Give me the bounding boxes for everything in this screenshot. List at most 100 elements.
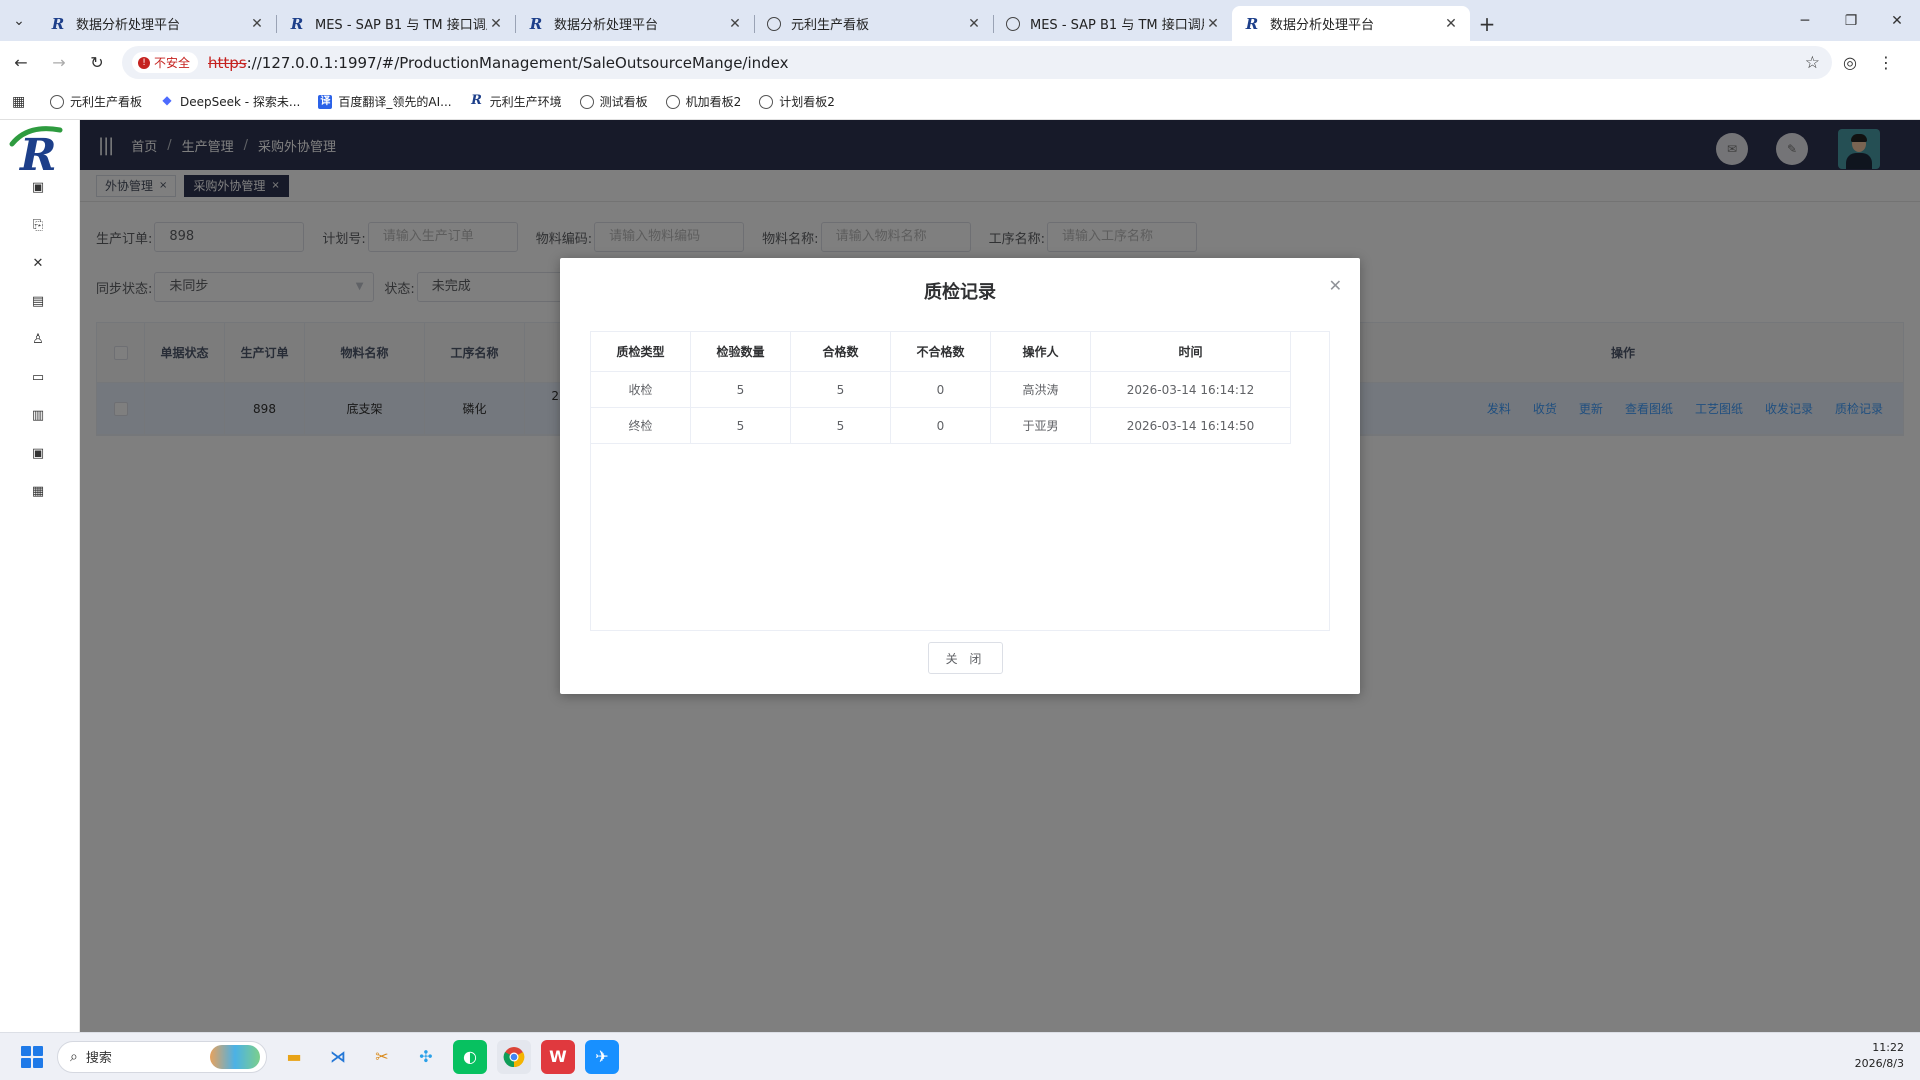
baidu-translate-icon: 译	[318, 94, 333, 109]
feishu-icon[interactable]: ✈	[585, 1039, 619, 1074]
bookmark-item[interactable]: 译百度翻译_领先的AI...	[318, 93, 452, 110]
qc-cell: 高洪涛	[991, 372, 1091, 407]
file-explorer-icon[interactable]: ▬	[277, 1040, 311, 1074]
new-tab-plus-icon[interactable]: +	[1470, 6, 1504, 41]
more-menu-icon[interactable]: ⋮	[1868, 46, 1904, 80]
browser-tab[interactable]: R 数据分析处理平台 ✕	[516, 6, 754, 41]
calendar-icon[interactable]: ▦	[28, 482, 48, 502]
close-icon[interactable]: ✕	[726, 16, 744, 32]
chrome-icon[interactable]	[497, 1039, 531, 1074]
browser-tab-active[interactable]: R 数据分析处理平台 ✕	[1232, 6, 1470, 41]
windows-start-icon[interactable]	[21, 1045, 43, 1068]
display-icon[interactable]: ▣	[28, 444, 48, 464]
stamp-icon[interactable]: ♙	[28, 330, 48, 350]
bookmark-star-icon[interactable]: ☆	[1805, 53, 1820, 73]
bookmark-item[interactable]: 测试看板	[579, 93, 648, 110]
bookmark-label: 百度翻译_领先的AI...	[338, 95, 452, 109]
dialog-title: 质检记录	[924, 282, 996, 303]
globe-icon	[767, 16, 781, 31]
bookmark-label: DeepSeek - 探索未...	[180, 95, 301, 109]
apps-grid-icon[interactable]: ▦	[12, 94, 28, 110]
bookmark-label: 元利生产环境	[489, 95, 562, 109]
insecure-badge[interactable]: ! 不安全	[132, 52, 199, 73]
url-path: ://127.0.0.1:1997/#/ProductionManagement…	[246, 53, 789, 72]
document-search-icon[interactable]: ⎘	[28, 216, 48, 236]
forward-arrow-icon[interactable]: →	[42, 46, 76, 80]
search-highlight-image	[210, 1044, 260, 1069]
bookmark-item[interactable]: 计划看板2	[759, 93, 835, 110]
tools-icon[interactable]: ✕	[28, 254, 48, 274]
qc-cell: 2026-03-14 16:14:12	[1091, 372, 1291, 407]
app-logo-icon: R	[1245, 14, 1259, 33]
tab-title: 元利生产看板	[791, 18, 870, 33]
address-bar[interactable]: ! 不安全 https://127.0.0.1:1997/#/Productio…	[122, 46, 1832, 79]
browser-tab[interactable]: MES - SAP B1 与 TM 接口调用 ✕	[994, 6, 1232, 41]
qc-col-time: 时间	[1091, 332, 1291, 371]
qc-cell: 0	[891, 408, 991, 443]
system-clock[interactable]: 11:22 2026/8/3	[1855, 1040, 1904, 1072]
qc-cell: 2026-03-14 16:14:50	[1091, 408, 1291, 443]
wechat-icon[interactable]: ◐	[453, 1039, 487, 1074]
tab-title: 数据分析处理平台	[76, 18, 181, 33]
window-close-icon[interactable]: ✕	[1874, 0, 1920, 41]
bookmark-item[interactable]: 机加看板2	[665, 93, 742, 110]
url-text[interactable]: https://127.0.0.1:1997/#/ProductionManag…	[208, 54, 789, 72]
wps-icon[interactable]: W	[541, 1039, 575, 1074]
bookmark-label: 元利生产看板	[70, 95, 143, 109]
close-button[interactable]: 关 闭	[928, 642, 1003, 674]
bookmark-label: 计划看板2	[779, 95, 835, 109]
app-logo-icon: R	[471, 92, 482, 108]
browser-tab[interactable]: 元利生产看板 ✕	[755, 6, 993, 41]
taskbar-search[interactable]: ⌕ 搜索	[57, 1040, 267, 1073]
close-icon[interactable]: ✕	[1204, 16, 1222, 32]
qc-cell: 5	[691, 408, 791, 443]
monitor-icon[interactable]: ▣	[28, 178, 48, 198]
snipping-tool-icon[interactable]: ✂	[365, 1040, 399, 1074]
qc-col-inspect-qty: 检验数量	[691, 332, 791, 371]
card-icon[interactable]: ▭	[28, 368, 48, 388]
browser-tab[interactable]: R MES - SAP B1 与 TM 接口调用 ✕	[277, 6, 515, 41]
url-scheme: https	[208, 53, 247, 72]
globe-icon	[50, 94, 64, 109]
bookmark-item[interactable]: ◆ DeepSeek - 探索未...	[160, 93, 300, 110]
browser-tab[interactable]: R 数据分析处理平台 ✕	[38, 6, 276, 41]
qc-col-type: 质检类型	[591, 332, 691, 371]
vscode-icon[interactable]: ⋊	[321, 1040, 355, 1074]
globe-icon	[579, 94, 594, 109]
tab-search-chevron-icon[interactable]: ⌄	[0, 0, 38, 41]
bookmarks-bar: ▦ 元利生产看板 ◆ DeepSeek - 探索未... 译百度翻译_领先的AI.…	[0, 84, 1920, 120]
close-icon[interactable]: ✕	[248, 16, 266, 32]
minimize-icon[interactable]: ─	[1782, 0, 1828, 41]
globe-icon	[1006, 16, 1020, 31]
bookmark-item[interactable]: 元利生产看板	[50, 93, 142, 110]
close-icon[interactable]: ✕	[487, 16, 505, 32]
bookmark-item[interactable]: R 元利生产环境	[470, 92, 562, 110]
search-icon: ⌕	[70, 1048, 78, 1065]
qc-col-pass-qty: 合格数	[791, 332, 891, 371]
restore-icon[interactable]: ❐	[1828, 0, 1874, 41]
close-icon[interactable]: ✕	[965, 16, 983, 32]
svg-text:R: R	[18, 130, 57, 174]
qc-cell: 终检	[591, 408, 691, 443]
qc-record-dialog: 质检记录 ✕ 质检类型 检验数量 合格数 不合格数 操作人 时间 收检 5 5 …	[560, 258, 1360, 694]
bookmark-label: 机加看板2	[685, 95, 742, 109]
tab-title: MES - SAP B1 与 TM 接口调用	[315, 18, 487, 33]
os-taskbar: ⌕ 搜索 ▬ ⋊ ✂ ✣ ◐ W ✈ 11:22 2026/8/3	[0, 1032, 1920, 1080]
close-icon[interactable]: ✕	[1329, 276, 1342, 295]
bookmark-label: 测试看板	[599, 95, 648, 109]
profile-icon[interactable]: ◎	[1832, 46, 1868, 80]
qc-table: 质检类型 检验数量 合格数 不合格数 操作人 时间 收检 5 5 0 高洪涛 2…	[590, 331, 1330, 631]
connector-app-icon[interactable]: ✣	[409, 1040, 443, 1074]
company-logo: R	[9, 126, 63, 174]
qc-col-fail-qty: 不合格数	[891, 332, 991, 371]
table-row: 收检 5 5 0 高洪涛 2026-03-14 16:14:12	[591, 372, 1291, 408]
qc-cell: 收检	[591, 372, 691, 407]
reload-icon[interactable]: ↻	[80, 46, 114, 80]
tab-title: MES - SAP B1 与 TM 接口调用	[1030, 18, 1204, 33]
close-icon[interactable]: ✕	[1442, 16, 1460, 32]
globe-icon	[665, 94, 680, 109]
clipboard-icon[interactable]: ▥	[28, 406, 48, 426]
clock-date: 2026/8/3	[1854, 1057, 1904, 1070]
back-arrow-icon[interactable]: ←	[4, 46, 38, 80]
report-icon[interactable]: ▤	[28, 292, 48, 312]
